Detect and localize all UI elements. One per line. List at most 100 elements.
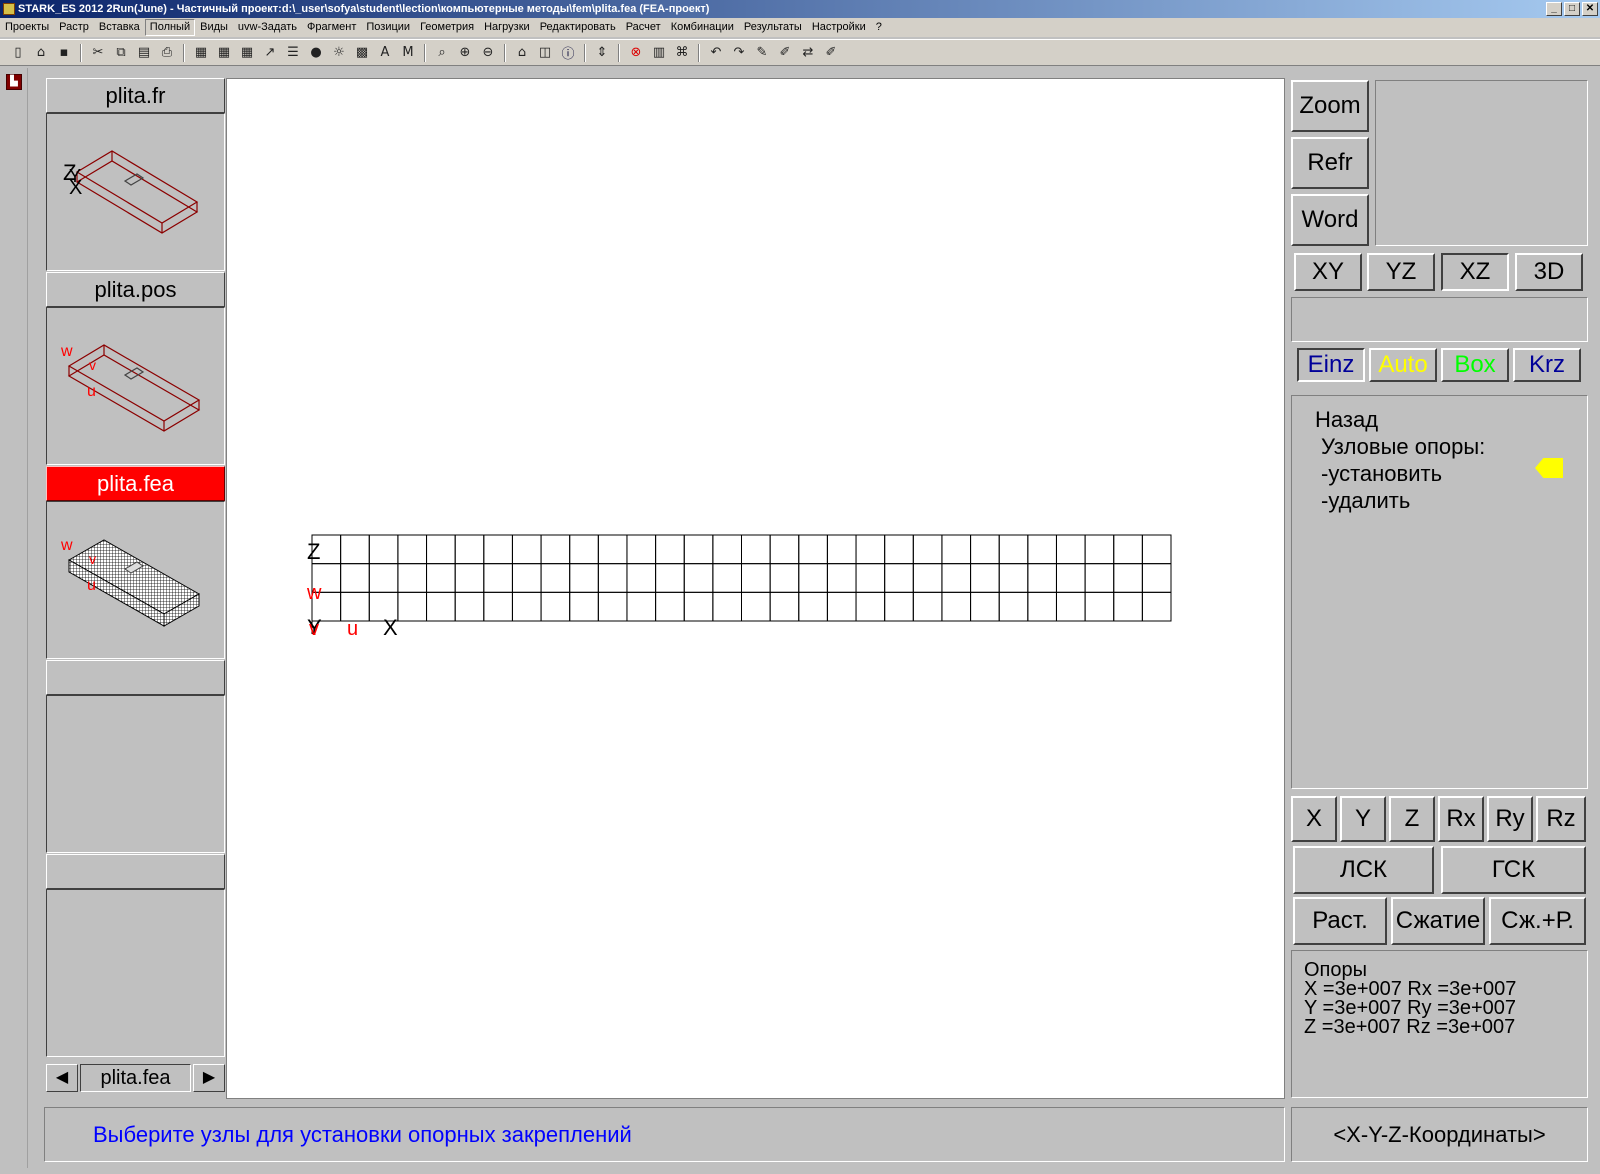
mesh-element[interactable] xyxy=(511,563,542,593)
mesh-element[interactable] xyxy=(368,563,399,593)
open-icon[interactable]: ⌂ xyxy=(31,43,51,63)
mesh-element[interactable] xyxy=(569,563,599,593)
hatch-icon[interactable]: ▩ xyxy=(352,43,372,63)
mesh-element[interactable] xyxy=(1113,534,1143,565)
measure-icon[interactable]: ⇄ xyxy=(798,43,818,63)
mesh-element[interactable] xyxy=(884,534,914,565)
thumb-header-fea[interactable]: plita.fea xyxy=(46,466,225,501)
mesh-element[interactable] xyxy=(397,591,428,622)
preview-icon[interactable]: ◫ xyxy=(535,43,555,63)
mesh-element[interactable] xyxy=(426,591,456,622)
mesh-element[interactable] xyxy=(941,563,972,593)
mesh-element[interactable] xyxy=(1055,534,1086,565)
mesh-element[interactable] xyxy=(597,563,628,593)
mesh-element[interactable] xyxy=(397,534,428,565)
text-icon[interactable]: A xyxy=(375,43,395,63)
mesh-element[interactable] xyxy=(655,563,685,593)
mesh-icon[interactable]: ⌘ xyxy=(672,43,692,63)
mesh-element[interactable] xyxy=(941,534,972,565)
thumb-preview-empty-1[interactable] xyxy=(46,695,225,853)
mesh-element[interactable] xyxy=(340,591,370,622)
mesh-element[interactable] xyxy=(540,591,571,622)
mesh-element[interactable] xyxy=(970,534,1000,565)
mesh-element[interactable] xyxy=(712,534,743,565)
mesh-element[interactable] xyxy=(798,534,828,565)
mesh-element[interactable] xyxy=(741,563,771,593)
mesh-element[interactable] xyxy=(540,563,571,593)
copy-icon[interactable]: ⧉ xyxy=(111,43,131,63)
menu-item-11[interactable]: Расчет xyxy=(621,18,666,37)
dof-ry-button[interactable]: Ry xyxy=(1487,796,1533,842)
mesh-element[interactable] xyxy=(569,534,599,565)
mesh-element[interactable] xyxy=(1141,591,1172,622)
mesh-element[interactable] xyxy=(826,534,857,565)
compression-tension-button[interactable]: Сж.+Р. xyxy=(1489,897,1586,945)
menu-item-0[interactable]: Проекты xyxy=(0,18,54,37)
grid-icon[interactable]: ▦ xyxy=(191,43,211,63)
mode-einz-button[interactable]: Einz xyxy=(1297,348,1365,382)
zoom-out-icon[interactable]: ⊖ xyxy=(478,43,498,63)
gsk-button[interactable]: ГСК xyxy=(1441,846,1586,894)
table-icon[interactable]: ▥ xyxy=(649,43,669,63)
mesh-element[interactable] xyxy=(769,534,800,565)
mesh-element[interactable] xyxy=(426,563,456,593)
mesh-element[interactable] xyxy=(540,534,571,565)
mesh-element[interactable] xyxy=(454,563,485,593)
mesh-element[interactable] xyxy=(1084,563,1115,593)
mesh-element[interactable] xyxy=(826,563,857,593)
drawing-canvas[interactable]: Z w Y v u X xyxy=(226,78,1285,1099)
select-icon[interactable]: ⇕ xyxy=(592,43,612,63)
mesh-element[interactable] xyxy=(1084,591,1115,622)
save-icon[interactable]: ▪ xyxy=(54,43,74,63)
grid2-icon[interactable]: ▦ xyxy=(214,43,234,63)
dof-rz-button[interactable]: Rz xyxy=(1536,796,1586,842)
minimize-button[interactable]: _ xyxy=(1546,2,1562,16)
redo-icon[interactable]: ↷ xyxy=(729,43,749,63)
mesh-element[interactable] xyxy=(970,591,1000,622)
mesh-element[interactable] xyxy=(340,563,370,593)
zoom-in-icon[interactable]: ⊕ xyxy=(455,43,475,63)
menu-item-2[interactable]: Вставка xyxy=(94,18,145,37)
mesh-element[interactable] xyxy=(998,534,1029,565)
mesh-element[interactable] xyxy=(597,591,628,622)
menu-delete-item[interactable]: -удалить xyxy=(1315,487,1587,514)
maximize-button[interactable]: □ xyxy=(1564,2,1580,16)
tension-button[interactable]: Раст. xyxy=(1293,897,1387,945)
mark-icon[interactable]: M xyxy=(398,43,418,63)
lsk-button[interactable]: ЛСК xyxy=(1293,846,1434,894)
mesh-element[interactable] xyxy=(1113,591,1143,622)
mesh-element[interactable] xyxy=(454,591,485,622)
cut-icon[interactable]: ✂ xyxy=(88,43,108,63)
view-3d-button[interactable]: 3D xyxy=(1515,253,1583,291)
menu-item-8[interactable]: Геометрия xyxy=(415,18,479,37)
new-icon[interactable]: ▯ xyxy=(8,43,28,63)
mesh-element[interactable] xyxy=(683,534,714,565)
mesh-element[interactable] xyxy=(1141,534,1172,565)
mesh-element[interactable] xyxy=(1027,591,1057,622)
mesh-element[interactable] xyxy=(912,563,943,593)
menu-item-9[interactable]: Нагрузки xyxy=(479,18,535,37)
mesh-element[interactable] xyxy=(712,591,743,622)
menu-item-7[interactable]: Позиции xyxy=(361,18,415,37)
grid3-icon[interactable]: ▦ xyxy=(237,43,257,63)
mesh-element[interactable] xyxy=(855,534,886,565)
zoom-icon[interactable]: ⌕ xyxy=(432,43,452,63)
mesh-element[interactable] xyxy=(741,534,771,565)
mesh-element[interactable] xyxy=(884,591,914,622)
mesh-element[interactable] xyxy=(1141,563,1172,593)
mesh-element[interactable] xyxy=(569,591,599,622)
menu-item-12[interactable]: Комбинации xyxy=(666,18,739,37)
mesh-element[interactable] xyxy=(1055,563,1086,593)
mesh-element[interactable] xyxy=(397,563,428,593)
mesh-element[interactable] xyxy=(683,563,714,593)
close-button[interactable]: ✕ xyxy=(1582,2,1598,16)
undo-icon[interactable]: ↶ xyxy=(706,43,726,63)
mesh-element[interactable] xyxy=(511,534,542,565)
mesh-element[interactable] xyxy=(769,591,800,622)
mesh-drawing[interactable]: Z w Y v u X xyxy=(227,79,1286,1100)
home-icon[interactable]: ⌂ xyxy=(512,43,532,63)
thumb-header-empty-1[interactable] xyxy=(46,660,225,695)
mesh-element[interactable] xyxy=(1084,534,1115,565)
mesh-element[interactable] xyxy=(626,534,657,565)
menu-back-item[interactable]: Назад xyxy=(1315,406,1587,433)
